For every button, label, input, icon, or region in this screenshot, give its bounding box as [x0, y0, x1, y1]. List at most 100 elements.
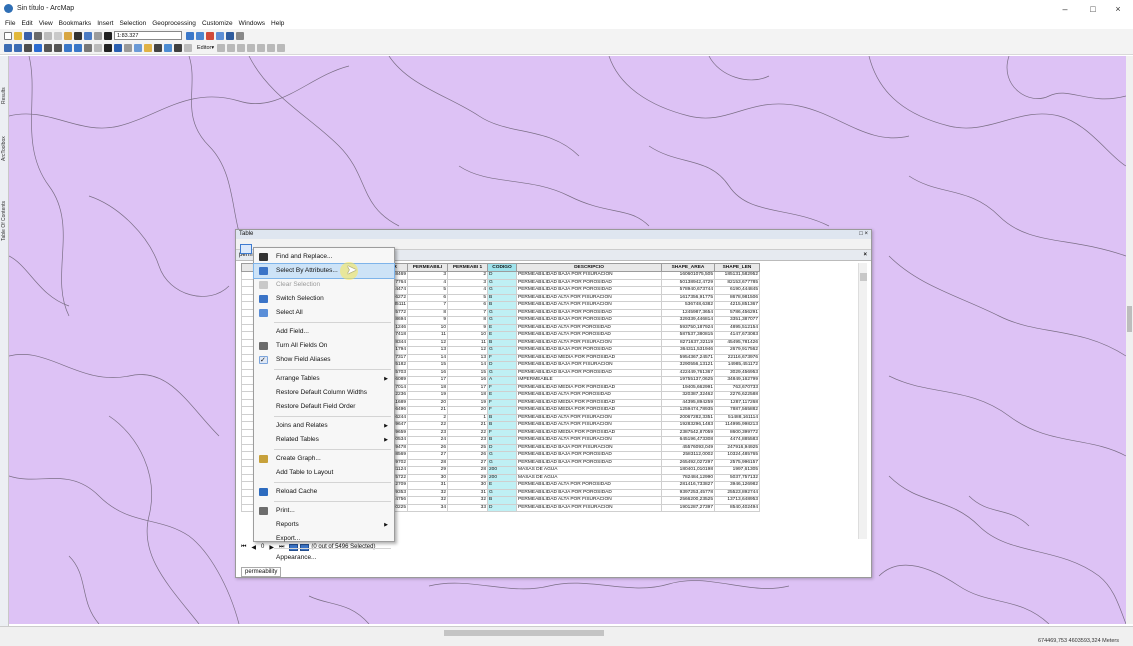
column-header[interactable]: DESCRIPCIO: [516, 263, 663, 272]
table-cell[interactable]: G: [487, 458, 518, 467]
table-cell[interactable]: 13713,648953: [714, 496, 761, 505]
menu-item-add-table-to-layout[interactable]: Add Table to Layout: [254, 466, 394, 480]
menu-item-reports[interactable]: Reports ▶: [254, 518, 394, 532]
table-cell[interactable]: PERMEABILIDAD MEDIA POR POROSIDAD: [516, 398, 663, 407]
table-cell[interactable]: G: [487, 316, 518, 325]
table-cell[interactable]: G: [487, 346, 518, 355]
menu-item-print[interactable]: Print...: [254, 504, 394, 518]
select-elements-icon[interactable]: [104, 44, 112, 52]
column-header[interactable]: CODIGO: [487, 263, 518, 272]
table-cell[interactable]: 2276,622588: [714, 391, 761, 400]
menu-item-joins-and-relates[interactable]: Joins and Relates ▶: [254, 419, 394, 433]
table-cell[interactable]: B: [487, 293, 518, 302]
table-cell[interactable]: 593750,187924: [661, 323, 716, 332]
rotate-tool-icon[interactable]: [257, 44, 266, 52]
table-cell[interactable]: 3290556,13121: [661, 361, 716, 370]
table-cell[interactable]: F: [487, 383, 518, 392]
table-cell[interactable]: PERMEABILIDAD BAJA POR POROSIDAD: [516, 316, 663, 325]
table-cell[interactable]: 10324,485765: [714, 451, 761, 460]
table-cell[interactable]: PERMEABILIDAD ALTA POR POROSIDAD: [516, 391, 663, 400]
table-cell[interactable]: 1617356,91775: [661, 293, 716, 302]
table-scroll-thumb[interactable]: [860, 273, 867, 281]
table-cell[interactable]: 14: [407, 353, 449, 362]
table-cell[interactable]: E: [487, 331, 518, 340]
table-cell[interactable]: PERMEABILIDAD MEDIA POR POROSIDAD: [516, 406, 663, 415]
table-cell[interactable]: 27: [407, 451, 449, 460]
table-cell[interactable]: 7887,565882: [714, 406, 761, 415]
table-cell[interactable]: 763,670733: [714, 383, 761, 392]
new-document-icon[interactable]: [4, 31, 12, 40]
table-cell[interactable]: 32: [447, 496, 489, 505]
table-cell[interactable]: 34: [407, 503, 449, 512]
column-header[interactable]: PERMEABI 1: [447, 263, 489, 272]
table-cell[interactable]: 8540,402494: [714, 503, 761, 512]
delete-icon[interactable]: [74, 31, 82, 40]
table-cell[interactable]: 14: [447, 361, 489, 370]
table-cell[interactable]: 19: [447, 398, 489, 407]
table-cell[interactable]: PERMEABILIDAD ALTA POR POROSIDAD: [516, 323, 663, 332]
menu-item-find-and-replace[interactable]: Find and Replace...: [254, 250, 394, 264]
table-cell[interactable]: 45495,781426: [714, 338, 761, 347]
table-cell[interactable]: B: [487, 421, 518, 430]
table-cell[interactable]: 21: [447, 421, 489, 430]
table-cell[interactable]: 29: [407, 466, 449, 475]
table-cell[interactable]: 1997,61305: [714, 466, 761, 475]
table-cell[interactable]: IMPERMEABLE: [516, 376, 663, 385]
table-cell[interactable]: F: [487, 428, 518, 437]
results-tab[interactable]: Results: [1, 76, 8, 116]
table-cell[interactable]: D: [487, 443, 518, 452]
menu-edit[interactable]: Edit: [21, 20, 32, 27]
table-cell[interactable]: 19283296,1483: [661, 421, 716, 430]
table-cell[interactable]: PERMEABILIDAD ALTA POR FISURACION: [516, 436, 663, 445]
menu-item-add-field[interactable]: Add Field...: [254, 325, 394, 339]
table-window-controls[interactable]: □ ×: [859, 230, 868, 239]
table-cell[interactable]: 6190,444845: [714, 286, 761, 295]
sketch-properties-icon[interactable]: [277, 44, 286, 52]
table-cell[interactable]: 536748,6382: [661, 301, 716, 310]
table-cell[interactable]: 422449,761367: [661, 368, 716, 377]
table-cell[interactable]: 4: [447, 286, 489, 295]
table-cell[interactable]: B: [487, 496, 518, 505]
table-cell[interactable]: 7: [407, 301, 449, 310]
table-cell[interactable]: 9: [447, 323, 489, 332]
table-cell[interactable]: 1901287,27397: [661, 503, 716, 512]
table-cell[interactable]: G: [487, 286, 518, 295]
table-cell[interactable]: 31: [447, 488, 489, 497]
table-of-contents-tab[interactable]: Table Of Contents: [1, 181, 8, 261]
table-cell[interactable]: 6: [447, 301, 489, 310]
table-cell[interactable]: PERMEABILIDAD BAJA POR POROSIDAD: [516, 458, 663, 467]
add-data-icon[interactable]: [104, 31, 112, 40]
menu-item-show-field-aliases[interactable]: ✓ Show Field Aliases: [254, 353, 394, 367]
menu-item-select-all[interactable]: Select All: [254, 306, 394, 320]
arctoolbox-icon[interactable]: [206, 31, 214, 40]
close-button[interactable]: ×: [1103, 0, 1133, 17]
table-cell[interactable]: 281416,733827: [661, 481, 716, 490]
table-cell[interactable]: 20: [407, 398, 449, 407]
table-cell[interactable]: 31: [407, 481, 449, 490]
hyperlink-icon[interactable]: [124, 44, 132, 52]
trace-icon[interactable]: [237, 44, 246, 52]
undo-icon[interactable]: [84, 31, 92, 40]
attributes-icon[interactable]: [267, 44, 276, 52]
table-cell[interactable]: PERMEABILIDAD BAJA POR POROSIDAD: [516, 308, 663, 317]
table-cell[interactable]: 15: [407, 361, 449, 370]
table-cell[interactable]: 16: [407, 368, 449, 377]
table-cell[interactable]: 364311,531946: [661, 346, 716, 355]
zoom-out-icon[interactable]: [14, 44, 22, 52]
table-cell[interactable]: 645196,473308: [661, 436, 716, 445]
table-cell[interactable]: F: [487, 353, 518, 362]
table-cell[interactable]: B: [487, 436, 518, 445]
table-cell[interactable]: 2566200,23525: [661, 496, 716, 505]
table-cell[interactable]: 26: [407, 443, 449, 452]
model-builder-icon[interactable]: [236, 31, 244, 40]
table-cell[interactable]: 4147,673083: [714, 331, 761, 340]
table-cell[interactable]: 247916,94925: [714, 443, 761, 452]
table-cell[interactable]: PERMEABILIDAD ALTA POR POROSIDAD: [516, 481, 663, 490]
table-cell[interactable]: 44395,894259: [661, 398, 716, 407]
table-cell[interactable]: 25523,892744: [714, 488, 761, 497]
python-icon[interactable]: [226, 31, 234, 40]
table-cell[interactable]: 33: [447, 503, 489, 512]
table-cell[interactable]: 4474,885583: [714, 436, 761, 445]
table-cell[interactable]: PERMEABILIDAD ALTA POR POROSIDAD: [516, 331, 663, 340]
menu-item-select-by-attributes[interactable]: Select By Attributes...: [253, 263, 395, 279]
